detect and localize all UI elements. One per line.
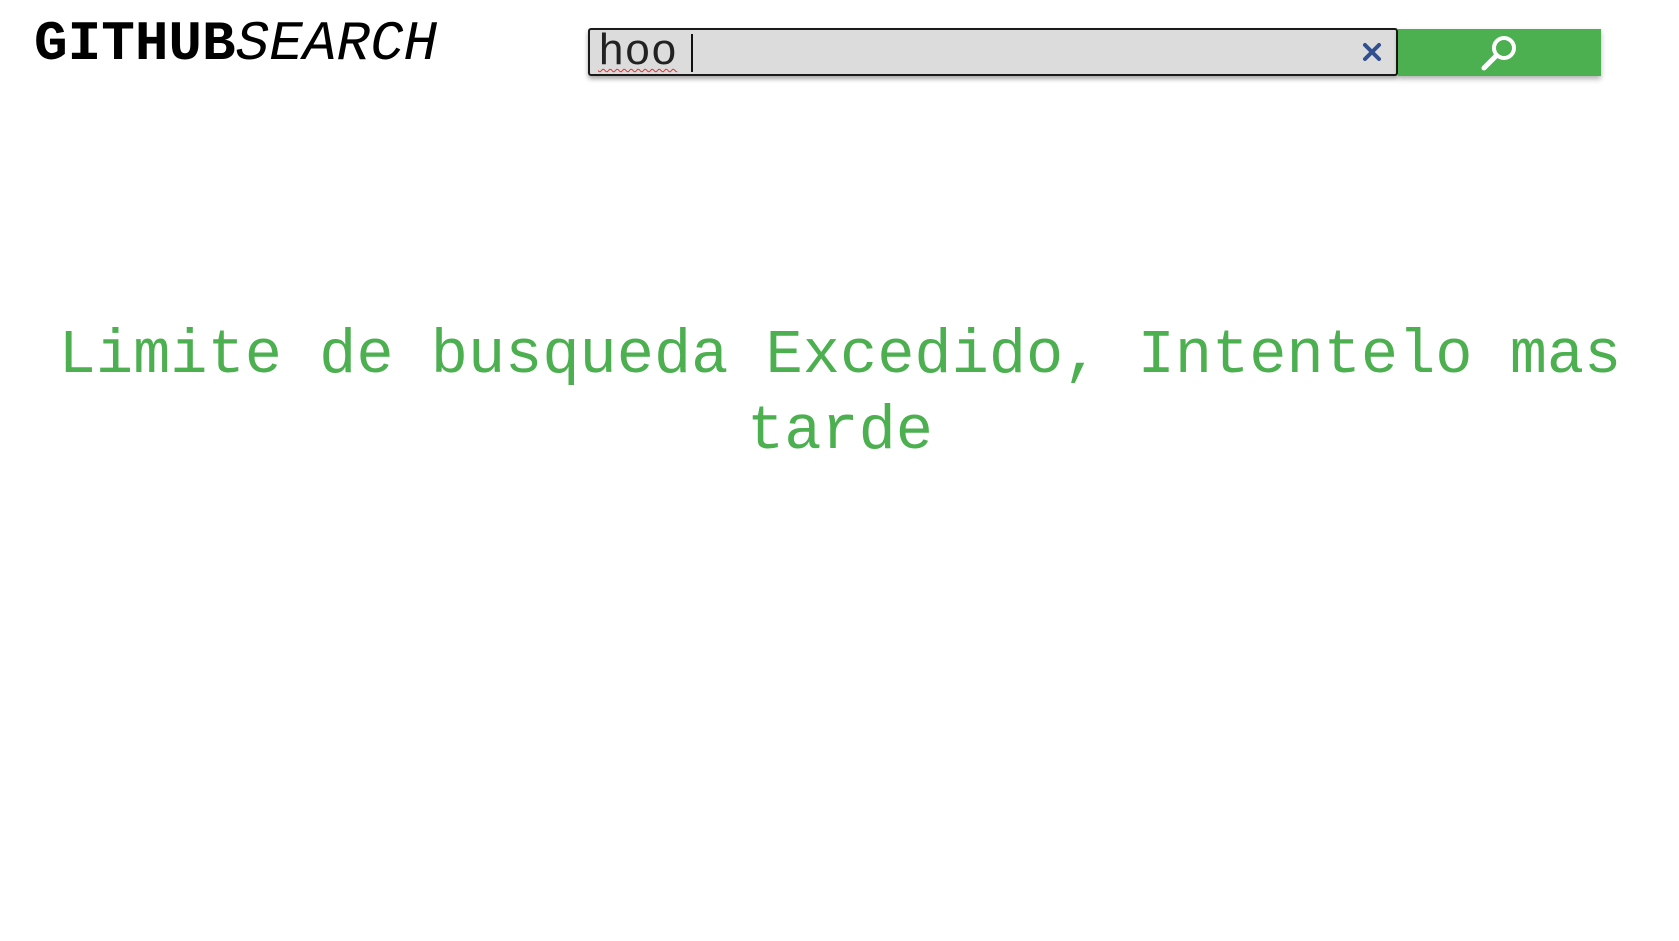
logo-italic-text: SEARCH [235,12,438,76]
logo-bold-text: GITHUB [34,12,236,76]
search-box [588,28,1398,76]
close-icon [1363,43,1381,61]
logo[interactable]: GITHUB SEARCH [34,14,437,74]
header: GITHUB SEARCH [0,0,1679,110]
text-cursor [691,34,693,72]
search-icon [1481,35,1516,70]
search-input[interactable] [598,32,1338,74]
error-message: Limite de busqueda Excedido, Intentelo m… [58,320,1622,467]
clear-search-button[interactable] [1358,38,1386,66]
search-button[interactable] [1398,29,1601,76]
